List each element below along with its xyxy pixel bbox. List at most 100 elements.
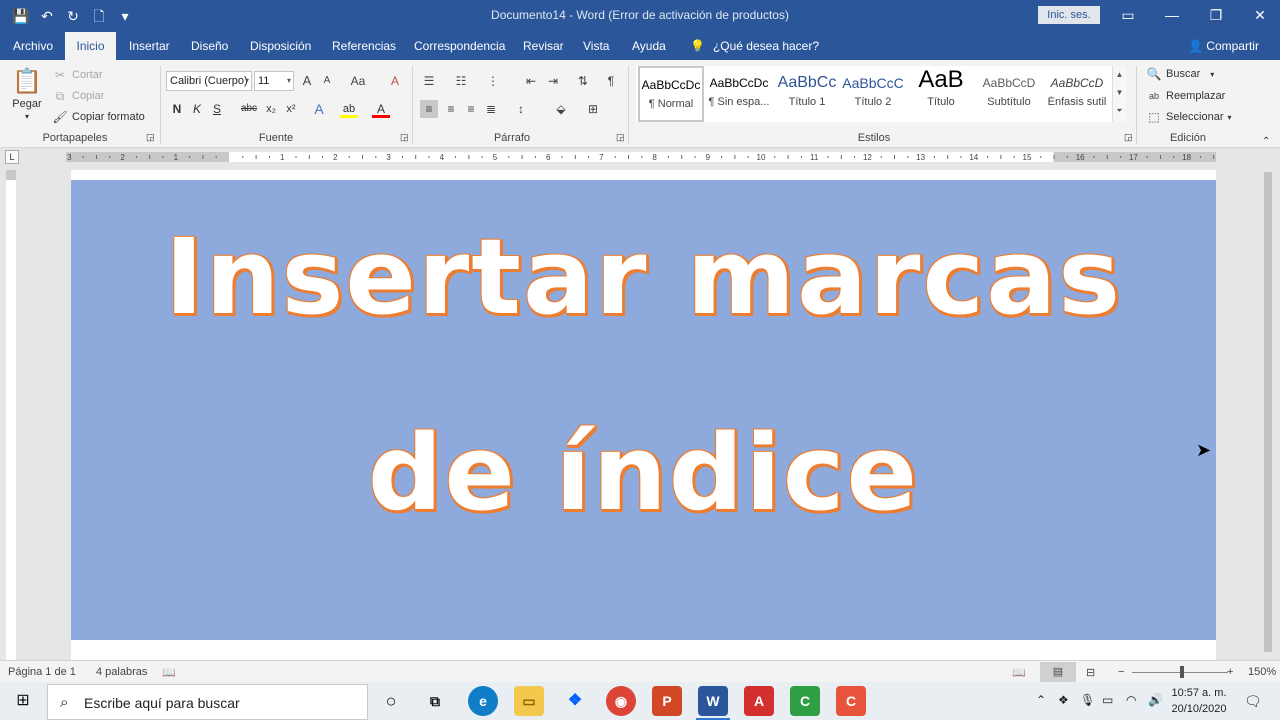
line-spacing-icon[interactable]: ↕ [512, 100, 530, 118]
superscript-button[interactable]: x² [282, 100, 300, 118]
align-right-icon[interactable]: ≡ [462, 100, 480, 118]
chevron-up-icon[interactable]: ▲ [1113, 66, 1126, 84]
search-input[interactable] [84, 693, 354, 713]
chrome-icon[interactable]: ◉ [606, 686, 636, 716]
microphone-icon[interactable]: 🎙 [1080, 693, 1095, 707]
share-button[interactable]: 👤 Compartir [1188, 32, 1259, 60]
justify-icon[interactable]: ≣ [482, 100, 500, 118]
tell-me-search[interactable]: 💡 ¿Qué desea hacer? [690, 32, 819, 60]
battery-icon[interactable]: ▭ [1102, 693, 1113, 707]
scroll-thumb[interactable] [1264, 172, 1272, 652]
change-case-icon[interactable]: Aa [344, 72, 372, 90]
cut-button[interactable]: ✂ Cortar [52, 67, 103, 83]
customize-qat-icon[interactable]: ▾ [114, 5, 136, 27]
text-effects-icon[interactable]: A [310, 100, 328, 118]
dropbox-tray-icon[interactable]: ❖ [1058, 693, 1069, 707]
horizontal-ruler[interactable]: 3 2 1 1 2 3 4 5 6 7 8 9 10 11 12 13 14 15 16 17 18 [66, 152, 1216, 162]
zoom-thumb[interactable] [1180, 666, 1184, 678]
zoom-in-button[interactable]: + [1227, 666, 1233, 678]
powerpoint-icon[interactable]: P [652, 686, 682, 716]
page-count[interactable]: Página 1 de 1 [8, 666, 76, 678]
align-left-icon[interactable]: ≡ [420, 100, 438, 118]
redo-icon[interactable]: ↻ [62, 5, 84, 27]
word-count[interactable]: 4 palabras [96, 666, 147, 678]
style-subtle-emphasis[interactable]: AaBbCcD Énfasis sutil [1044, 66, 1110, 122]
cortana-icon[interactable]: ○ [376, 686, 406, 716]
read-mode-icon[interactable]: 📖 [1012, 666, 1026, 679]
tab-disposicion[interactable]: Disposición [244, 32, 317, 60]
paste-button[interactable]: 📋 Pegar ▾ [12, 68, 42, 121]
vertical-scrollbar[interactable] [1262, 168, 1274, 660]
save-icon[interactable]: 💾 [10, 5, 32, 27]
close-icon[interactable]: ✕ [1238, 0, 1280, 32]
ribbon-display-options-icon[interactable]: ▭ [1106, 0, 1150, 32]
subscript-button[interactable]: x₂ [262, 100, 280, 118]
collapse-ribbon-icon[interactable]: ⌃ [1262, 136, 1270, 147]
tray-overflow-icon[interactable]: ⌃ [1036, 693, 1046, 707]
font-launcher-icon[interactable]: ◲ [400, 132, 409, 143]
copy-button[interactable]: ⧉ Copiar [52, 88, 105, 104]
sort-icon[interactable]: ⇅ [574, 72, 592, 90]
multilevel-list-icon[interactable]: ⋮ [484, 72, 502, 90]
zoom-out-button[interactable]: − [1118, 666, 1124, 678]
word-icon[interactable]: W [696, 686, 730, 720]
numbering-icon[interactable]: ☷ [452, 72, 470, 90]
tab-diseno[interactable]: Diseño [185, 32, 234, 60]
tab-archivo[interactable]: Archivo [7, 32, 59, 60]
tab-inicio[interactable]: Inicio [65, 32, 116, 60]
tab-selector[interactable]: L [5, 150, 19, 164]
more-styles-icon[interactable]: ⏷ [1113, 102, 1126, 120]
pilcrow-icon[interactable]: ¶ [602, 72, 620, 90]
taskbar-search[interactable]: ⌕ [47, 684, 368, 720]
style-subtitle[interactable]: AaBbCcD Subtítulo [976, 66, 1042, 122]
font-color-icon[interactable]: A [372, 100, 390, 118]
tab-insertar[interactable]: Insertar [123, 32, 176, 60]
restore-icon[interactable]: ❐ [1194, 0, 1238, 32]
camtasia-recorder-icon[interactable]: C [836, 686, 866, 716]
shading-icon[interactable]: ⬙ [552, 100, 570, 118]
undo-icon[interactable]: ↶ [36, 5, 58, 27]
bold-button[interactable]: N [168, 100, 186, 118]
volume-icon[interactable]: 🔊 [1148, 693, 1163, 707]
styles-scroll[interactable]: ▲ ▼ ⏷ [1112, 66, 1126, 122]
minimize-icon[interactable]: — [1150, 0, 1194, 32]
chevron-down-icon[interactable]: ▼ [1113, 84, 1126, 102]
wifi-icon[interactable]: ◠ [1126, 693, 1136, 707]
style-normal[interactable]: AaBbCcDc ¶ Normal [638, 66, 704, 122]
proofing-icon[interactable]: 📖 [162, 666, 176, 679]
font-size-combo[interactable]: 11 ▾ [254, 71, 294, 91]
web-layout-icon[interactable]: ⊟ [1086, 666, 1095, 679]
underline-button[interactable]: S [208, 100, 226, 118]
tab-vista[interactable]: Vista [577, 32, 615, 60]
styles-launcher-icon[interactable]: ◲ [1124, 132, 1133, 143]
decrease-indent-icon[interactable]: ⇤ [522, 72, 540, 90]
increase-indent-icon[interactable]: ⇥ [544, 72, 562, 90]
font-name-combo[interactable]: Calibri (Cuerpo) ▾ [166, 71, 252, 91]
print-layout-icon[interactable]: ▤ [1040, 662, 1076, 682]
task-view-icon[interactable]: ⧉ [420, 686, 450, 716]
style-no-spacing[interactable]: AaBbCcDc ¶ Sin espa... [706, 66, 772, 122]
grow-font-icon[interactable]: A [298, 72, 316, 90]
zoom-level[interactable]: 150% [1248, 666, 1276, 678]
strikethrough-button[interactable]: abc [238, 100, 260, 118]
sign-in-button[interactable]: Inic. ses. [1038, 6, 1100, 24]
tab-correspondencia[interactable]: Correspondencia [408, 32, 511, 60]
shrink-font-icon[interactable]: A [318, 72, 336, 90]
replace-button[interactable]: ab Reemplazar [1146, 88, 1225, 104]
select-button[interactable]: ⬚ Seleccionar ▾ [1146, 109, 1231, 125]
clipboard-launcher-icon[interactable]: ◲ [146, 132, 155, 143]
edge-icon[interactable]: e [468, 686, 498, 716]
dropbox-icon[interactable]: ❖ [560, 686, 590, 716]
tab-referencias[interactable]: Referencias [326, 32, 402, 60]
italic-button[interactable]: K [188, 100, 206, 118]
borders-icon[interactable]: ⊞ [584, 100, 602, 118]
clear-formatting-icon[interactable]: A [386, 72, 404, 90]
bullets-icon[interactable]: ☰ [420, 72, 438, 90]
system-clock[interactable]: 10:57 a. m. 20/10/2020 [1170, 685, 1228, 717]
find-button[interactable]: 🔍 Buscar ▾ [1146, 66, 1215, 82]
style-title[interactable]: AaB Título [908, 66, 974, 122]
notifications-icon[interactable]: 🗨 [1244, 693, 1262, 710]
style-heading-1[interactable]: AaBbCc Título 1 [774, 66, 840, 122]
style-heading-2[interactable]: AaBbCcC Título 2 [840, 66, 906, 122]
camtasia-icon[interactable]: C [790, 686, 820, 716]
